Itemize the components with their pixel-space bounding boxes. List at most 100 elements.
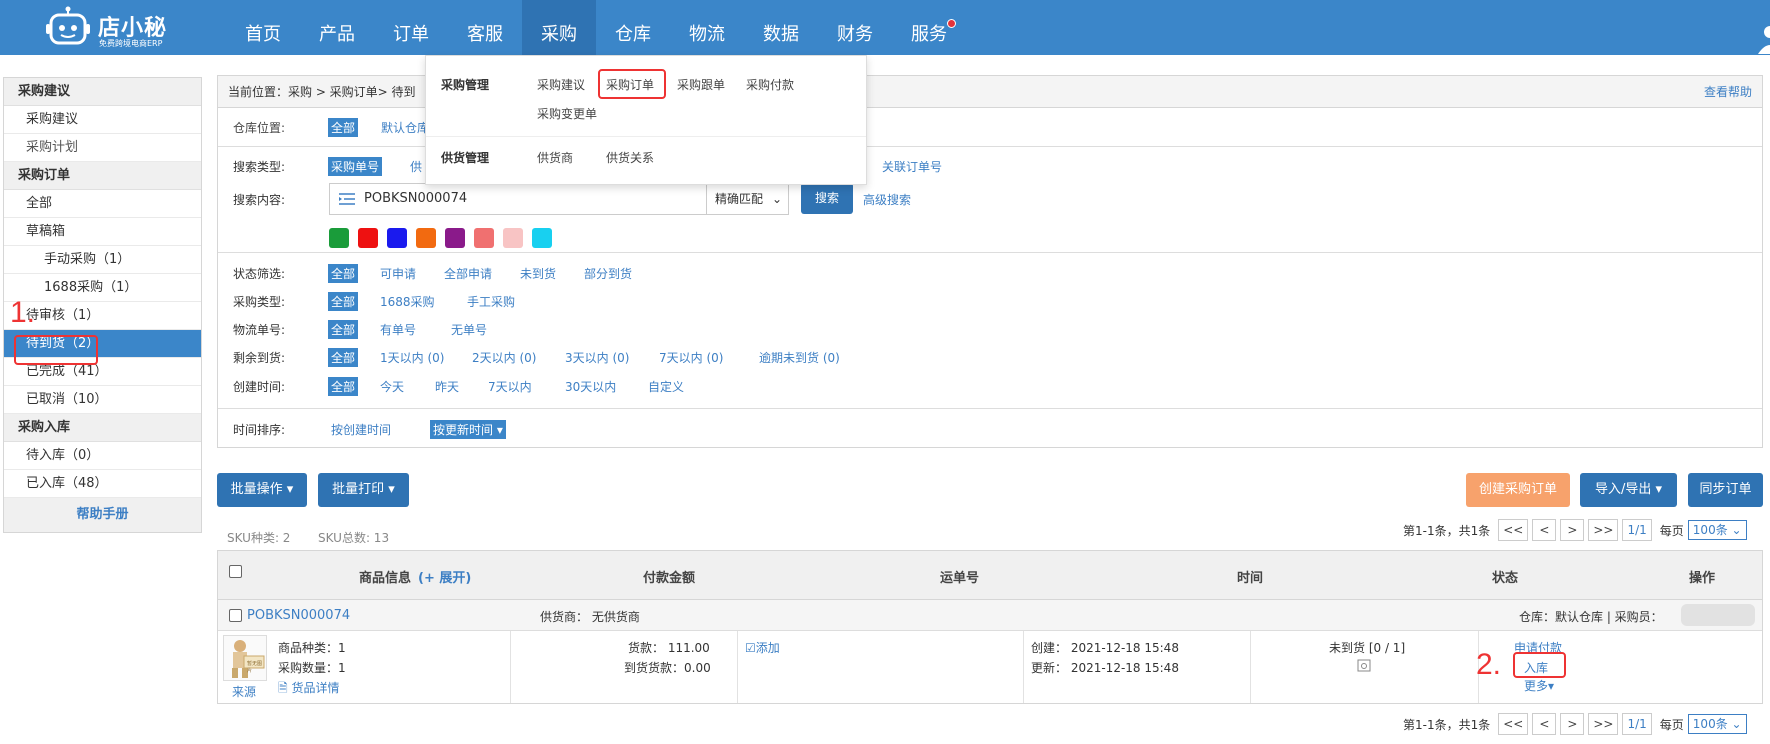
color-tag-salmon[interactable]: [474, 228, 494, 248]
ctime-opt-30d[interactable]: 30天以内: [565, 378, 616, 395]
nav-orders[interactable]: 订单: [374, 0, 448, 55]
nav-purchase[interactable]: 采购: [522, 0, 596, 55]
nav-services[interactable]: 服务: [892, 0, 966, 55]
status-opt-all[interactable]: 全部: [328, 264, 359, 283]
annotation-step-2: 2.: [1476, 648, 1502, 681]
color-tag-blue[interactable]: [387, 228, 407, 248]
status-opt-all-applied[interactable]: 全部申请: [444, 265, 492, 282]
sidebar-item-inbounded[interactable]: 已入库（48）: [4, 470, 201, 498]
pager-next[interactable]: >: [1560, 519, 1585, 541]
per-page-select[interactable]: 100条 ⌄: [1687, 520, 1747, 540]
color-tag-green[interactable]: [329, 228, 349, 248]
sort-by-updated[interactable]: 按更新时间 ▾: [430, 420, 506, 439]
color-tag-cyan[interactable]: [532, 228, 552, 248]
match-mode-select[interactable]: 精确匹配 ⌄: [706, 184, 790, 214]
order-checkbox[interactable]: [229, 609, 242, 622]
highlight-box-purchase-order: [598, 69, 666, 99]
sidebar-item-all[interactable]: 全部: [4, 190, 201, 218]
sort-by-created[interactable]: 按创建时间: [331, 421, 391, 438]
nav-data[interactable]: 数据: [744, 0, 818, 55]
search-type-order-no[interactable]: 采购单号: [328, 157, 383, 176]
select-all-checkbox[interactable]: [229, 565, 242, 578]
remain-opt-all[interactable]: 全部: [328, 348, 359, 367]
advanced-search-link[interactable]: 高级搜索: [863, 191, 911, 208]
more-actions-link[interactable]: 更多▾: [1524, 677, 1554, 694]
remain-opt-7d[interactable]: 7天以内 (0): [659, 349, 723, 366]
sidebar-item-plan[interactable]: 采购计划: [4, 134, 201, 162]
logistics-opt-has[interactable]: 有单号: [380, 321, 416, 338]
sidebar-item-drafts[interactable]: 草稿箱: [4, 218, 201, 246]
import-export-button[interactable]: 导入/导出 ▾: [1580, 473, 1677, 507]
ptype-opt-1688[interactable]: 1688采购: [380, 293, 435, 310]
remain-opt-2d[interactable]: 2天以内 (0): [472, 349, 536, 366]
menu-suppliers[interactable]: 供货商: [537, 149, 573, 166]
color-tag-pink[interactable]: [503, 228, 523, 248]
status-opt-not-arrived[interactable]: 未到货: [520, 265, 556, 282]
status-opt-applicable[interactable]: 可申请: [380, 265, 416, 282]
search-button[interactable]: 搜索: [801, 183, 853, 214]
color-tag-orange[interactable]: [416, 228, 436, 248]
nav-products[interactable]: 产品: [300, 0, 374, 55]
ptype-opt-all[interactable]: 全部: [328, 292, 359, 311]
pager-next-bottom[interactable]: >: [1560, 713, 1585, 735]
per-page-select-bottom[interactable]: 100条 ⌄: [1687, 714, 1747, 734]
help-manual-link[interactable]: 帮助手册: [4, 498, 201, 532]
logistics-opt-none[interactable]: 无单号: [451, 321, 487, 338]
ctime-opt-yesterday[interactable]: 昨天: [435, 378, 459, 395]
per-page-label: 每页: [1659, 523, 1684, 538]
warehouse-opt-all[interactable]: 全部: [328, 118, 359, 137]
pager-prev[interactable]: <: [1532, 519, 1557, 541]
pager-first[interactable]: <<: [1498, 519, 1529, 541]
ctime-opt-7d[interactable]: 7天以内: [488, 378, 532, 395]
search-type-linked-order[interactable]: 关联订单号: [882, 158, 942, 175]
logistics-opt-all[interactable]: 全部: [328, 320, 359, 339]
logo[interactable]: 店小秘 免费跨境电商ERP: [46, 4, 196, 50]
status-box-icon[interactable]: [1357, 659, 1371, 672]
th-expand-link[interactable]: (+ 展开): [418, 567, 471, 586]
search-type-supplier[interactable]: 供: [410, 158, 422, 175]
menu-purchase-change[interactable]: 采购变更单: [537, 105, 597, 122]
sync-orders-button[interactable]: 同步订单: [1688, 473, 1763, 507]
nav-finance[interactable]: 财务: [818, 0, 892, 55]
ctime-opt-today[interactable]: 今天: [380, 378, 404, 395]
menu-purchase-suggest[interactable]: 采购建议: [537, 76, 585, 93]
sidebar-item-cancelled[interactable]: 已取消（10）: [4, 386, 201, 414]
source-link[interactable]: 来源: [232, 683, 256, 700]
purchase-dropdown-menu: 采购管理 采购建议 采购订单 采购跟单 采购付款 采购变更单 供货管理 供货商 …: [425, 55, 867, 185]
sidebar-item-pending-inbound[interactable]: 待入库（0）: [4, 442, 201, 470]
buyer-name-blurred: [1681, 604, 1755, 626]
status-opt-partial[interactable]: 部分到货: [584, 265, 632, 282]
pager-last[interactable]: >>: [1588, 519, 1619, 541]
color-tag-purple[interactable]: [445, 228, 465, 248]
pager-last-bottom[interactable]: >>: [1588, 713, 1619, 735]
add-tracking-link[interactable]: ☑添加: [745, 639, 780, 656]
pager-first-bottom[interactable]: <<: [1498, 713, 1529, 735]
remain-opt-3d[interactable]: 3天以内 (0): [565, 349, 629, 366]
sidebar-item-manual[interactable]: 手动采购（1）: [4, 246, 201, 274]
sidebar-item-suggest[interactable]: 采购建议: [4, 106, 201, 134]
pager-prev-bottom[interactable]: <: [1532, 713, 1557, 735]
menu-purchase-follow[interactable]: 采购跟单: [677, 76, 725, 93]
order-number-link[interactable]: POBKSN000074: [247, 608, 350, 623]
nav-logistics[interactable]: 物流: [670, 0, 744, 55]
create-order-button[interactable]: 创建采购订单: [1466, 473, 1570, 507]
search-input[interactable]: POBKSN000074 精确匹配 ⌄: [329, 183, 789, 215]
menu-supply-relations[interactable]: 供货关系: [606, 149, 654, 166]
remain-opt-1d[interactable]: 1天以内 (0): [380, 349, 444, 366]
user-icon[interactable]: [1756, 24, 1770, 54]
batch-print-button[interactable]: 批量打印 ▾: [318, 473, 409, 507]
remain-opt-overdue[interactable]: 逾期未到货 (0): [759, 349, 840, 366]
view-help-link[interactable]: 查看帮助: [1704, 76, 1752, 109]
goods-detail-link[interactable]: 🗎 货品详情: [278, 679, 340, 700]
ptype-opt-manual[interactable]: 手工采购: [467, 293, 515, 310]
warehouse-opt-default[interactable]: 默认仓库: [381, 119, 429, 136]
menu-purchase-payment[interactable]: 采购付款: [746, 76, 794, 93]
ctime-opt-all[interactable]: 全部: [328, 377, 359, 396]
nav-service[interactable]: 客服: [448, 0, 522, 55]
product-thumbnail[interactable]: 暂无图片: [223, 635, 267, 681]
batch-ops-button[interactable]: 批量操作 ▾: [217, 473, 307, 507]
ctime-opt-custom[interactable]: 自定义: [648, 378, 684, 395]
nav-warehouse[interactable]: 仓库: [596, 0, 670, 55]
color-tag-red[interactable]: [358, 228, 378, 248]
nav-home[interactable]: 首页: [226, 0, 300, 55]
